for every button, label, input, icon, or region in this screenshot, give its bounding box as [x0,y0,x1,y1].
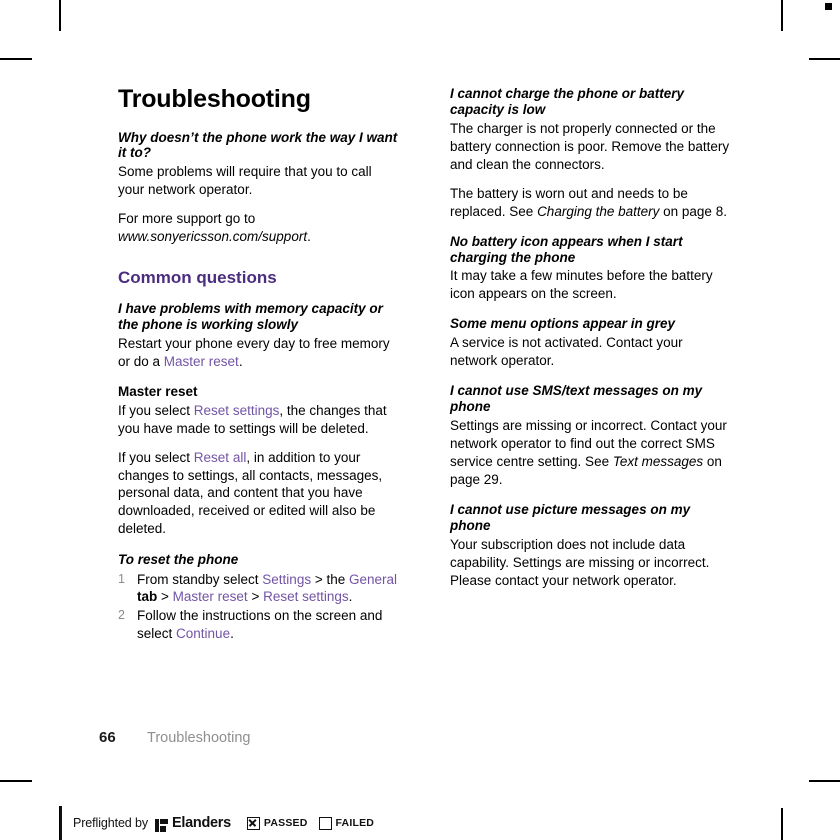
support-url: www.sonyericsson.com/support [118,229,308,245]
preflight-bar: Preflighted by Elanders PASSED FAILED [60,806,385,840]
step-text-part: . [348,589,353,605]
checkbox-checked-icon[interactable] [246,816,260,830]
paragraph-reset-settings: If you select Reset settings, the change… [118,402,401,438]
question-why-doesnt-work: Why doesn’t the phone work the way I wan… [118,129,398,161]
answer-cannot-use-picture-messages: Your subscription does not include data … [450,536,710,588]
crop-mark-bottom-left-horizontal [0,780,32,782]
support-period: . [307,229,311,245]
page-title: Troubleshooting [118,85,311,113]
step-number: 1 [118,571,125,586]
step-text-part: Follow the instructions on the screen an… [137,608,383,642]
step-text-part: > [247,589,264,605]
step-text-part: From standby select [137,571,263,587]
xref-charging-the-battery: Charging the battery [537,203,660,219]
checkbox-empty-icon[interactable] [318,816,332,830]
crop-mark-top-left-horizontal [0,58,32,60]
step-text-tab: tab [137,589,162,605]
elanders-logo-icon [155,818,169,832]
step-item: 1 From standby select Settings > the Gene… [118,571,401,607]
step-number: 2 [118,608,125,623]
left-column: Troubleshooting Why doesn’t the phone wo… [118,85,401,644]
preflight-passed-item[interactable]: PASSED [246,816,308,830]
preflight-passed-label: PASSED [263,817,308,829]
link-master-reset[interactable]: Master reset [164,354,239,369]
step-text-part: > [161,589,173,605]
subheading-master-reset: Master reset [118,384,198,400]
crop-mark-top-right-horizontal [809,58,840,60]
step-text-part: > the [311,571,349,587]
answer-menu-options-grey: A service is not activated. Contact your… [450,335,683,369]
crop-mark-top-left-vertical [59,0,61,31]
link-continue[interactable]: Continue [176,626,230,641]
paragraph-battery-worn: The battery is worn out and needs to be … [450,185,733,221]
preflight-failed-item[interactable]: FAILED [318,816,375,830]
question-no-battery-icon: No battery icon appears when I start cha… [450,233,683,265]
answer-memory-capacity: Restart your phone every day to free mem… [118,335,401,371]
elanders-wordmark: Elanders [172,815,231,831]
answer-cannot-use-sms: Settings are missing or incorrect. Conta… [450,417,733,489]
footer-page-number: 66 [99,729,116,746]
link-reset-settings[interactable]: Reset settings [194,403,280,418]
manual-page: Troubleshooting Why doesn’t the phone wo… [0,0,840,840]
right-column: I cannot charge the phone or battery cap… [450,86,733,601]
answer-no-battery-icon: It may take a few minutes before the bat… [450,268,713,302]
answer-cannot-charge: The charger is not properly connected or… [450,120,730,172]
preflight-prefix: Preflighted by [73,816,149,830]
question-cannot-charge: I cannot charge the phone or battery cap… [450,86,685,117]
paragraph-reset-all: If you select Reset all, in addition to … [118,449,401,539]
crop-mark-top-right-vertical [781,0,783,31]
support-paragraph: For more support go to www.sonyericsson.… [118,210,401,246]
procedure-title-reset-phone: To reset the phone [118,552,239,568]
crop-mark-bottom-right-vertical [781,808,783,840]
answer-why-doesnt-work: Some problems will require that you to c… [118,164,372,198]
memory-answer-text: Restart your phone every day to free mem… [118,335,390,369]
link-reset-settings-step[interactable]: Reset settings [263,589,349,604]
preflight-status-group: PASSED FAILED [246,816,385,830]
question-menu-options-grey: Some menu options appear in grey [450,316,676,332]
crop-mark-bottom-right-horizontal [809,780,840,782]
footer-chapter-name: Troubleshooting [147,730,251,746]
page-footer: 66 Troubleshooting [99,729,250,746]
procedure-steps: 1 From standby select Settings > the Gene… [118,571,401,644]
section-heading-common-questions: Common questions [118,268,277,288]
link-general[interactable]: General [349,572,397,587]
link-master-reset-step[interactable]: Master reset [173,589,248,604]
question-cannot-use-picture-messages: I cannot use picture messages on my phon… [450,501,691,533]
battery-worn-post: on page 8. [659,203,727,219]
question-memory-capacity: I have problems with memory capacity or … [118,300,383,332]
link-settings[interactable]: Settings [262,572,311,587]
support-text: For more support go to [118,211,256,227]
step-item: 2 Follow the instructions on the screen a… [118,607,401,643]
question-cannot-use-sms: I cannot use SMS/text messages on my pho… [450,383,703,415]
reset-all-pre: If you select [118,449,194,465]
registration-square [825,3,832,10]
reset-settings-pre: If you select [118,402,194,418]
preflight-failed-label: FAILED [335,817,375,829]
memory-answer-period: . [238,353,243,369]
step-text-part: . [230,626,234,642]
xref-text-messages: Text messages [612,453,704,469]
link-reset-all[interactable]: Reset all [194,450,247,465]
